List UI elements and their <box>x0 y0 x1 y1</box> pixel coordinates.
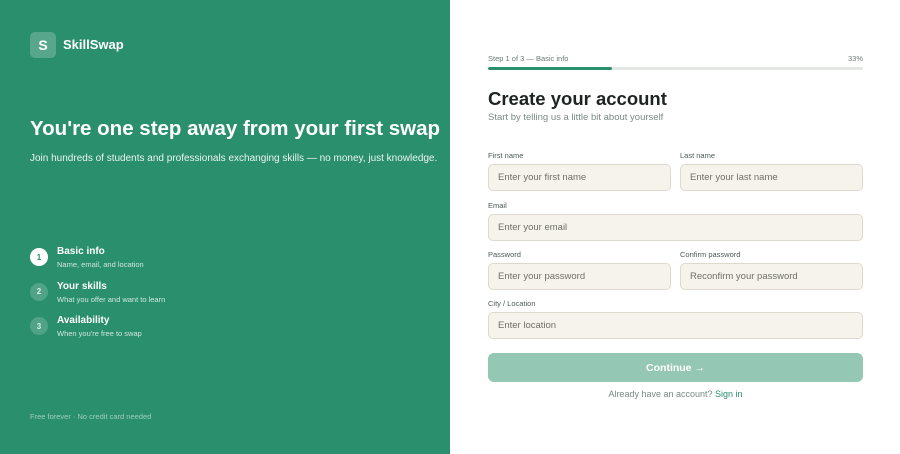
city-label: City / Location <box>488 299 536 308</box>
brand-panel: S SkillSwap You're one step away from yo… <box>0 0 450 454</box>
step-subtitle: Name, email, and location <box>57 260 144 269</box>
progress-bar-fill <box>488 67 612 70</box>
signin-row: Already have an account? Sign in <box>488 389 863 399</box>
step-title: Availability <box>57 315 110 326</box>
last-name-input[interactable] <box>680 164 863 191</box>
confirm-password-label: Confirm password <box>680 250 741 259</box>
city-input[interactable] <box>488 312 863 339</box>
first-name-label: First name <box>488 151 524 160</box>
password-label: Password <box>488 250 521 259</box>
form-subtitle: Start by telling us a little bit about y… <box>488 112 664 123</box>
step-number-badge: 1 <box>30 248 48 266</box>
step-title: Your skills <box>57 280 107 292</box>
confirm-password-field-group: Confirm password <box>680 250 863 290</box>
signup-form-panel: Step 1 of 3 — Basic info 33% Create your… <box>450 0 900 454</box>
step-number-badge: 3 <box>30 317 48 335</box>
brand-name: SkillSwap <box>63 37 124 52</box>
first-name-field-group: First name <box>488 151 671 191</box>
first-name-input[interactable] <box>488 164 671 191</box>
signin-link[interactable]: Sign in <box>715 389 743 399</box>
hero-subline: Join hundreds of students and profession… <box>30 153 438 164</box>
confirm-password-input[interactable] <box>680 263 863 290</box>
logo-icon: S <box>30 32 56 58</box>
last-name-field-group: Last name <box>680 151 863 191</box>
email-label: Email <box>488 201 507 210</box>
password-field-group: Password <box>488 250 671 290</box>
step-subtitle: When you're free to swap <box>57 329 142 338</box>
password-input[interactable] <box>488 263 671 290</box>
email-input[interactable] <box>488 214 863 241</box>
signin-prompt: Already have an account? <box>608 389 713 399</box>
progress-label: Step 1 of 3 — Basic info <box>488 54 569 63</box>
footer-note: Free forever · No credit card needed <box>30 412 152 421</box>
continue-button[interactable]: Continue → <box>488 353 863 382</box>
step-subtitle: What you offer and want to learn <box>57 294 166 304</box>
progress-percent: 33% <box>847 54 863 63</box>
step-number-badge: 2 <box>30 282 48 301</box>
step-title: Basic info <box>57 246 105 257</box>
email-field-group: Email <box>488 201 863 241</box>
progress-bar <box>488 67 863 70</box>
last-name-label: Last name <box>680 151 716 160</box>
hero-headline: You're one step away from your first swa… <box>30 117 441 140</box>
form-title: Create your account <box>488 88 667 109</box>
city-field-group: City / Location <box>488 299 863 339</box>
logo-letter: S <box>38 37 48 53</box>
